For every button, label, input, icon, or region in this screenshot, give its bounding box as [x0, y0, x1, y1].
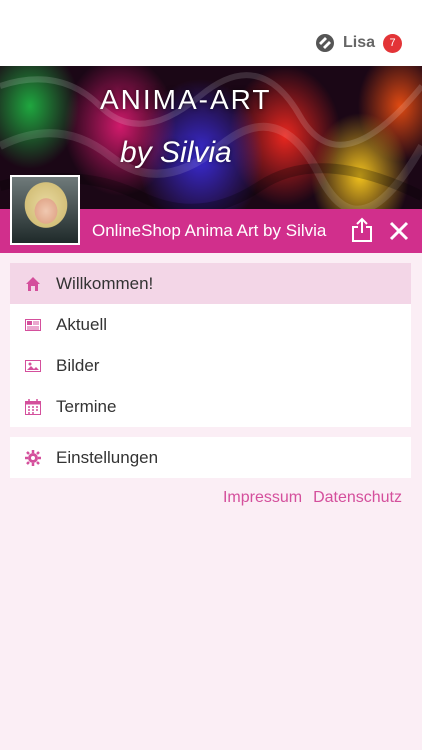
share-icon[interactable]	[351, 217, 373, 243]
banner-title: ANIMA-ART	[100, 84, 272, 115]
menu-item-label: Bilder	[56, 355, 100, 375]
banner-subtitle: by Silvia	[120, 136, 232, 169]
menu-item-label: Einstellungen	[56, 447, 159, 467]
menu-item-label: Willkommen!	[56, 273, 154, 293]
menu-item-bilder[interactable]: Bilder	[10, 345, 411, 386]
shop-title: OnlineShop Anima Art by Silvia	[92, 221, 327, 240]
gear-icon	[25, 449, 41, 466]
top-bar: Lisa 7	[0, 0, 422, 66]
app-logo-icon	[315, 34, 334, 52]
profile-avatar	[10, 175, 80, 245]
menu-item-aktuell[interactable]: Aktuell	[10, 304, 411, 345]
datenschutz-link[interactable]: Datenschutz	[313, 489, 402, 507]
menu-item-einstellungen[interactable]: Einstellungen	[10, 437, 411, 478]
menu-item-willkommen[interactable]: Willkommen!	[10, 263, 411, 304]
close-icon[interactable]	[388, 220, 410, 242]
user-menu[interactable]: Lisa 7	[315, 33, 402, 53]
menu-item-label: Termine	[56, 396, 117, 416]
user-name: Lisa	[342, 34, 375, 51]
navigation-menu: Willkommen! Aktuell Bilder Termine	[10, 263, 411, 427]
calendar-icon	[25, 398, 41, 415]
home-icon	[26, 276, 40, 291]
footer-links: Impressum Datenschutz	[223, 489, 402, 507]
news-icon	[25, 318, 41, 331]
notification-badge: 7	[383, 33, 402, 53]
menu-item-label: Aktuell	[56, 314, 108, 334]
settings-menu: Einstellungen	[10, 437, 411, 478]
menu-item-termine[interactable]: Termine	[10, 386, 411, 427]
impressum-link[interactable]: Impressum	[223, 489, 302, 507]
image-icon	[25, 359, 41, 372]
